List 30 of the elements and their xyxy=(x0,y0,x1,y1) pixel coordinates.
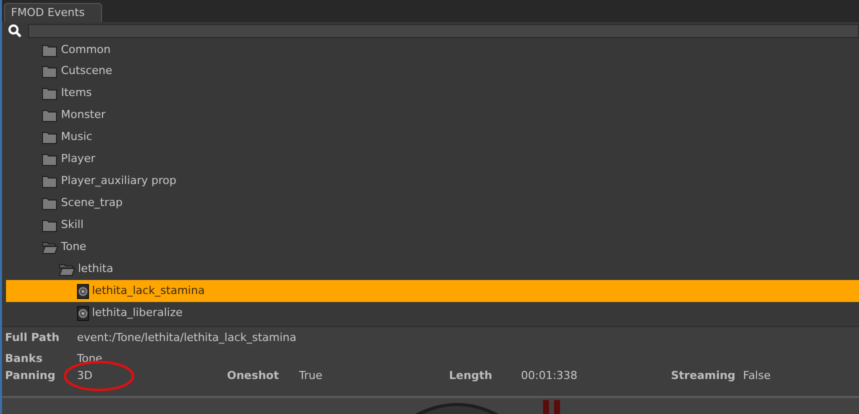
tree-row[interactable]: Player_auxiliary prop xyxy=(6,170,859,192)
tree-row[interactable]: Skill xyxy=(6,214,859,236)
tree-row[interactable]: lethita xyxy=(6,258,859,280)
field-value: 00:01:338 xyxy=(521,368,578,382)
tree-row[interactable]: Common xyxy=(6,40,859,60)
field-value: True xyxy=(299,368,322,382)
tree-row[interactable]: Items xyxy=(6,82,859,104)
tree-row[interactable]: lethita_liberalize xyxy=(6,302,859,324)
tree-row[interactable]: Tone xyxy=(6,236,859,258)
field-label: Banks xyxy=(4,350,44,367)
event-icon xyxy=(77,306,89,320)
field-label: Streaming xyxy=(670,368,736,384)
field-label: Oneshot xyxy=(226,368,280,384)
tab[interactable]: FMOD Events xyxy=(4,3,102,22)
tree-row[interactable]: Player xyxy=(6,148,859,170)
field-label: Panning xyxy=(4,368,56,384)
full-path-value: event:/Tone/lethita/lethita_lack_stamina xyxy=(77,330,296,346)
field-value: 3D xyxy=(77,368,92,382)
tree-row[interactable]: Monster xyxy=(6,104,859,126)
field-value: False xyxy=(743,368,771,382)
search-icon xyxy=(8,24,22,38)
tree-row[interactable]: Music xyxy=(6,126,859,148)
field-label: Length xyxy=(448,368,494,384)
tree-row[interactable]: Scene_trap xyxy=(6,192,859,214)
field-label: Full Path xyxy=(4,330,60,346)
pause-icon xyxy=(542,400,562,414)
tree-row[interactable]: Cutscene xyxy=(6,60,859,82)
search-field[interactable] xyxy=(28,24,859,38)
event-icon xyxy=(77,284,89,298)
selected-tree-row[interactable]: lethita_lack_stamina xyxy=(6,280,859,302)
